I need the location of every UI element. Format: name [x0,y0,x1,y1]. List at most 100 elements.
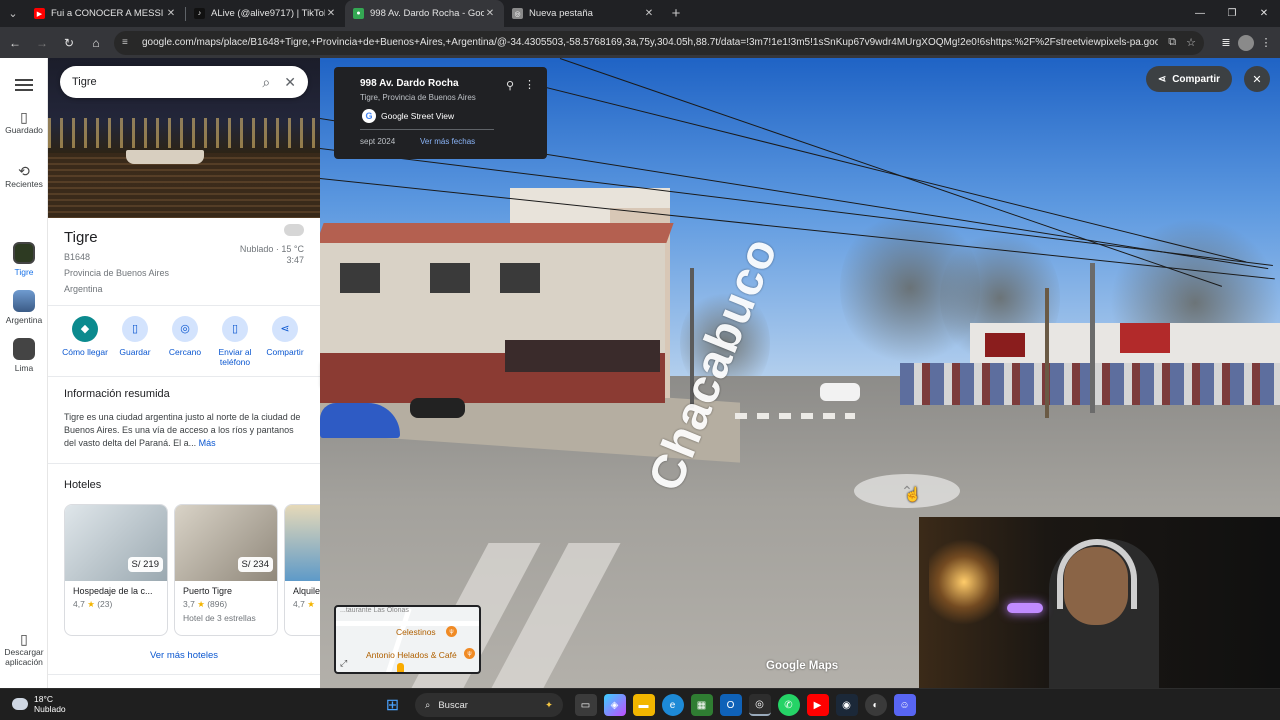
action-label: Cómo llegar [62,347,108,357]
google-g-icon: G [362,109,376,123]
forward-icon[interactable]: → [30,31,54,55]
share-button[interactable]: ⋖ Compartir [260,316,310,367]
expand-map-icon[interactable]: ⤢ [340,658,347,669]
rail-item-label: Descargar aplicación [4,647,44,667]
profile-avatar[interactable] [1238,34,1254,51]
obs-icon[interactable]: ◐ [864,694,887,716]
local-time: 3:47 [286,255,304,265]
save-button[interactable]: ▯ Guardar [110,316,160,367]
weather-text: Nublado · 15 °C [239,244,304,254]
close-tab-icon[interactable]: ✕ [643,8,655,19]
food-icon: ψ [446,626,457,637]
discord-icon[interactable]: ☺ [893,694,916,716]
bookmark-star-icon[interactable]: ☆ [1186,36,1196,49]
cafe-icon: ψ [464,648,475,659]
clear-search-icon[interactable]: ✕ [284,74,296,91]
location-pin-icon[interactable]: ⚲ [506,79,514,92]
tab-title: ALive (@alive9717) | TikTok [211,8,325,19]
reading-list-icon[interactable]: ≣ [1214,36,1238,49]
back-icon[interactable]: ← [3,31,27,55]
action-label: Guardar [119,347,151,357]
directions-button[interactable]: ◆ Cómo llegar [60,316,110,367]
edge-icon[interactable]: e [661,694,684,716]
tab-title: Nueva pestaña [529,8,593,19]
send-to-phone-button[interactable]: ▯ Enviar al teléfono [210,316,260,367]
hotel-card[interactable]: S/ 219 Hospedaje de la c... 4,7 ★ (23) [64,504,168,636]
whatsapp-icon[interactable]: ✆ [777,694,800,716]
windows-start-icon[interactable]: ⊞ [382,694,404,716]
close-street-view-icon[interactable]: ✕ [1244,66,1270,92]
browser-tab[interactable]: ♪ ALive (@alive9717) | TikTok ✕ [186,0,345,27]
nearby-icon: ◎ [172,316,198,342]
install-icon[interactable]: ⧉ [1168,36,1176,49]
chrome-icon: ◎ [512,8,523,19]
rail-item-lima[interactable]: Lima [0,338,48,373]
share-button[interactable]: ⋖ Compartir [1145,66,1232,92]
rail-item-saved[interactable]: ▯ Guardado [0,109,48,135]
webcam-overlay [919,517,1280,690]
browser-tab[interactable]: ◎ Nueva pestaña ✕ [504,0,663,27]
new-tab-button[interactable]: + [663,0,689,27]
search-box[interactable]: Tigre ⌕ ✕ [60,66,308,98]
minimap-poi-label: Celestinos [396,627,436,637]
tiktok-icon: ♪ [194,8,205,19]
rail-item-label: Recientes [5,179,43,189]
rail-item-tigre[interactable]: Tigre [0,242,48,277]
tab-search-icon[interactable]: ⌄ [0,0,26,27]
rail-item-download-app[interactable]: ▯ Descargar aplicación [0,631,48,667]
phone-icon: ▯ [20,631,28,647]
task-view-icon[interactable]: ▭ [574,694,597,716]
rail-item-recents[interactable]: ⟲ Recientes [0,164,48,189]
see-more-dates-link[interactable]: Ver más fechas [420,137,475,146]
outlook-icon[interactable]: O [719,694,742,716]
hand-cursor-icon: ☝ [904,486,922,502]
browser-tab-active[interactable]: ● 998 Av. Dardo Rocha - Google ✕ [345,0,504,27]
url-text: google.com/maps/place/B1648+Tigre,+Provi… [142,37,1159,48]
rail-item-label: Argentina [5,315,43,325]
home-icon[interactable]: ⌂ [84,31,108,55]
maps-pin-icon: ● [353,8,364,19]
place-panel: Tigre ⌕ ✕ Tigre B1648 Provincia de Bueno… [48,58,320,688]
close-tab-icon[interactable]: ✕ [484,8,496,19]
address-bar[interactable]: ≡ google.com/maps/place/B1648+Tigre,+Pro… [114,30,1204,55]
copilot-sparkle-icon: ✦ [545,699,553,711]
hamburger-menu-icon[interactable] [15,76,33,94]
see-more-hotels-link[interactable]: Ver más hoteles [48,650,320,661]
taskbar-weather[interactable]: 18°C Nublado [12,694,66,714]
nearby-button[interactable]: ◎ Cercano [160,316,210,367]
headset-icon [1057,539,1137,609]
file-explorer-icon[interactable]: ▬ [632,694,655,716]
bookmark-icon: ▯ [20,109,28,125]
menu-kebab-icon[interactable]: ⋮ [1254,36,1278,49]
taskbar-search[interactable]: ⌕ Buscar ✦ [415,693,563,717]
mini-map[interactable]: ...taurante Las Olonas Celestinos ψ Anto… [334,605,481,674]
search-input[interactable]: Tigre [72,76,248,88]
copilot-icon[interactable]: ◈ [603,694,626,716]
more-options-icon[interactable]: ⋮ [524,78,535,91]
weather-desc: Nublado [34,704,66,714]
google-maps-logo: Google Maps [766,660,839,672]
search-icon[interactable]: ⌕ [262,74,270,91]
rail-item-argentina[interactable]: Argentina [0,290,48,325]
close-tab-icon[interactable]: ✕ [325,8,337,19]
chrome-icon[interactable]: ◎ [748,694,771,716]
hotel-name: Alquile [293,586,320,596]
reload-icon[interactable]: ↻ [57,31,81,55]
browser-tab-bar: ⌄ ▶ Fui a CONOCER A MESSI al entr ✕ ♪ AL… [0,0,1280,27]
browser-tab[interactable]: ▶ Fui a CONOCER A MESSI al entr ✕ [26,0,185,27]
hotel-card[interactable]: Alquile 4,7 ★ [284,504,320,636]
minimize-icon[interactable]: — [1184,0,1216,27]
maps-side-rail: ▯ Guardado ⟲ Recientes Tigre Argentina L… [0,58,48,688]
cloud-icon [12,698,28,710]
site-info-icon[interactable]: ≡ [122,37,136,48]
summary-text: Tigre es una ciudad argentina justo al n… [64,411,308,450]
close-window-icon[interactable]: ✕ [1248,0,1280,27]
youtube-icon[interactable]: ▶ [806,694,829,716]
summary-more-link[interactable]: Más [199,438,216,448]
place-thumbnail [13,242,35,264]
steam-icon[interactable]: ◉ [835,694,858,716]
close-tab-icon[interactable]: ✕ [165,8,177,19]
restore-icon[interactable]: ❐ [1216,0,1248,27]
store-icon[interactable]: ▦ [690,694,713,716]
hotel-card[interactable]: S/ 234 Puerto Tigre 3,7 ★ (896) Hotel de… [174,504,278,636]
